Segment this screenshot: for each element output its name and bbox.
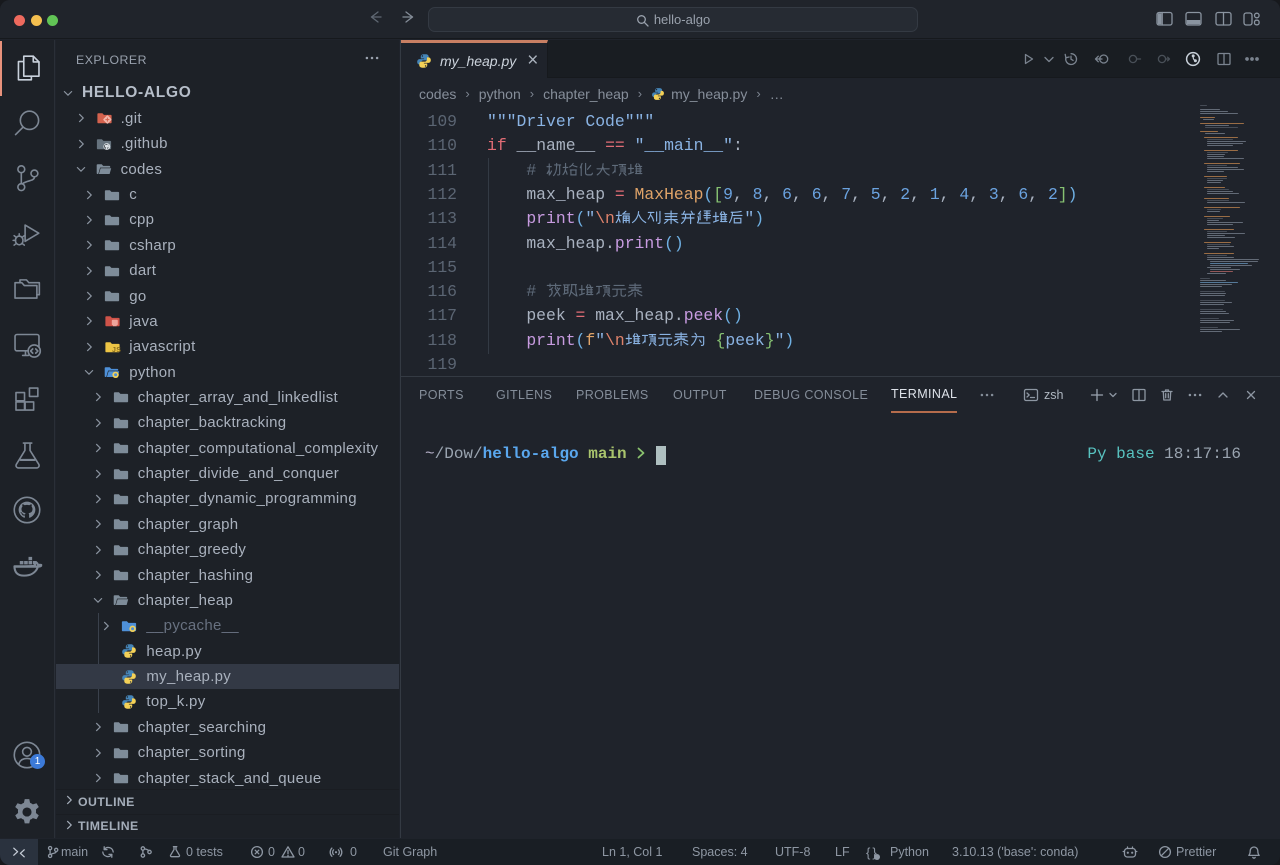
svg-text:JS: JS <box>112 347 121 354</box>
